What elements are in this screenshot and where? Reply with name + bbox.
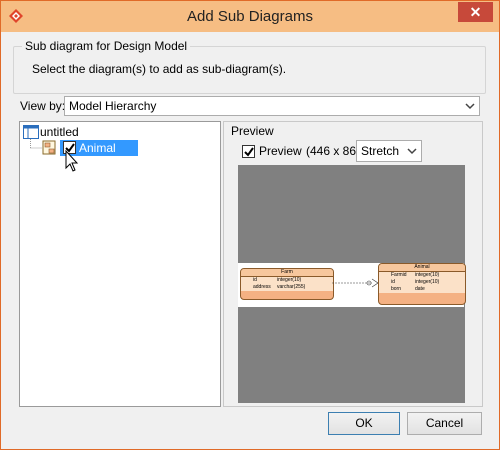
relationship-line xyxy=(332,278,378,288)
preview-mode-select[interactable]: Stretch xyxy=(356,140,422,162)
preview-mode-value: Stretch xyxy=(361,144,400,158)
view-by-select[interactable]: Model Hierarchy xyxy=(64,96,480,116)
close-icon: ✕ xyxy=(469,4,482,20)
chevron-down-icon xyxy=(465,103,475,110)
title-bar[interactable]: Add Sub Diagrams ✕ xyxy=(1,1,499,32)
preview-size-text: (446 x 86) xyxy=(306,144,361,158)
farm-entity: Farm id integer(10) address varchar(255) xyxy=(240,268,334,300)
erd-diagram-icon xyxy=(42,140,56,155)
preview-panel: Preview Preview (446 x 86) Stretch Farm … xyxy=(223,121,483,407)
animal-entity: Animal Farmid integer(10) id integer(10)… xyxy=(378,263,466,305)
farm-row-type: varchar(255) xyxy=(277,284,306,290)
animal-row-name: Farmid xyxy=(391,272,407,278)
animal-entity-title: Animal xyxy=(379,264,465,272)
animal-row-type: integer(10) xyxy=(415,272,440,278)
diagram-tree[interactable]: untitled Animal Farm xyxy=(19,121,221,407)
animal-row: born date xyxy=(379,286,465,293)
dialog-window: Add Sub Diagrams ✕ Sub diagram for Desig… xyxy=(0,0,500,450)
checkmark-icon xyxy=(244,147,254,157)
farm-row: id integer(10) xyxy=(241,277,333,284)
animal-row-type: integer(10) xyxy=(415,279,440,285)
mouse-cursor-icon xyxy=(65,150,79,172)
instruction-text: Select the diagram(s) to add as sub-diag… xyxy=(32,62,287,76)
farm-row-type: integer(10) xyxy=(277,277,302,283)
animal-row: id integer(10) xyxy=(379,279,465,286)
farm-row-name: address xyxy=(253,284,271,290)
preview-canvas: Farm id integer(10) address varchar(255) xyxy=(238,165,466,403)
chevron-down-icon xyxy=(407,148,417,155)
preview-checkbox[interactable] xyxy=(242,145,255,158)
farm-row: address varchar(255) xyxy=(241,284,333,291)
project-icon xyxy=(23,125,39,139)
cancel-button[interactable]: Cancel xyxy=(407,412,482,435)
ok-button[interactable]: OK xyxy=(328,412,400,435)
preview-legend: Preview xyxy=(231,124,274,138)
window-title: Add Sub Diagrams xyxy=(187,8,313,25)
animal-farm-label: Animal Farm xyxy=(79,141,116,171)
group-legend: Sub diagram for Design Model xyxy=(22,39,191,53)
animal-row-type: date xyxy=(415,286,425,292)
view-by-label: View by: xyxy=(20,99,66,113)
animal-row-name: born xyxy=(391,286,402,292)
animal-row: Farmid integer(10) xyxy=(379,272,465,279)
view-by-value: Model Hierarchy xyxy=(69,99,157,113)
farm-entity-title: Farm xyxy=(241,269,333,277)
close-button[interactable]: ✕ xyxy=(458,2,493,22)
farm-row-name: id xyxy=(253,277,257,283)
tree-root-label[interactable]: untitled xyxy=(40,125,79,139)
diagram-thumbnail: Farm id integer(10) address varchar(255) xyxy=(238,263,466,307)
animal-row-name: id xyxy=(391,279,395,285)
preview-checkbox-label[interactable]: Preview xyxy=(259,144,302,158)
